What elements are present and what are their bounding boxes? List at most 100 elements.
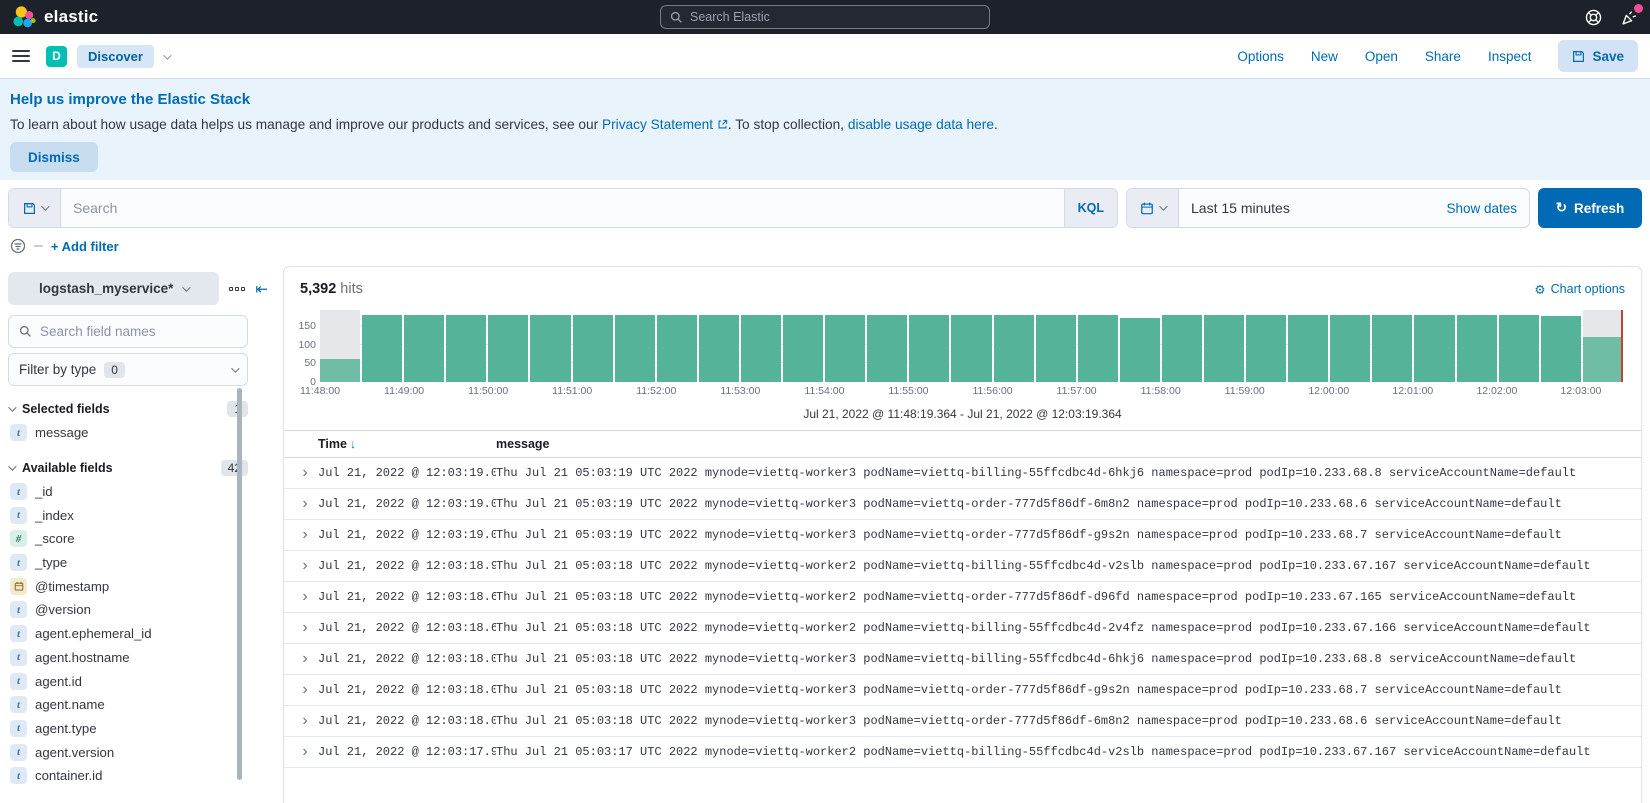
histogram-bar[interactable] <box>994 310 1034 382</box>
chart-options-button[interactable]: ⚙ Chart options <box>1534 282 1625 297</box>
global-search-input[interactable]: Search Elastic <box>660 5 990 29</box>
privacy-statement-link[interactable]: Privacy Statement <box>602 117 713 132</box>
histogram-bar[interactable] <box>362 310 402 382</box>
histogram-bar[interactable] <box>1246 310 1286 382</box>
histogram-bar[interactable] <box>1541 310 1581 382</box>
add-filter-link[interactable]: + Add filter <box>51 239 119 254</box>
time-range-value[interactable]: Last 15 minutes <box>1179 189 1434 227</box>
histogram-bar[interactable] <box>1414 310 1454 382</box>
table-row[interactable]: ›Jul 21, 2022 @ 12:03:18.039Thu Jul 21 0… <box>284 644 1641 675</box>
expand-row-icon[interactable]: › <box>292 712 318 730</box>
table-row[interactable]: ›Jul 21, 2022 @ 12:03:18.958Thu Jul 21 0… <box>284 551 1641 582</box>
expand-row-icon[interactable]: › <box>292 557 318 575</box>
histogram-bar[interactable] <box>783 310 823 382</box>
sidebar-scrollbar[interactable] <box>237 388 242 780</box>
histogram-bar[interactable] <box>615 310 655 382</box>
kql-button[interactable]: KQL <box>1064 189 1117 227</box>
sort-descending-icon[interactable]: ↓ <box>350 437 356 451</box>
elastic-logo[interactable]: elastic <box>12 5 98 30</box>
histogram-bar[interactable] <box>320 310 360 382</box>
field-item-agent.ephemeral_id[interactable]: tagent.ephemeral_id <box>8 622 248 646</box>
field-item-@version[interactable]: t@version <box>8 598 248 622</box>
available-fields-header[interactable]: Available fields 42 <box>8 460 248 476</box>
filter-icon[interactable] <box>10 238 26 254</box>
filter-by-type-select[interactable]: Filter by type 0 <box>8 353 248 386</box>
table-row[interactable]: ›Jul 21, 2022 @ 12:03:18.039Thu Jul 21 0… <box>284 706 1641 737</box>
expand-row-icon[interactable]: › <box>292 526 318 544</box>
expand-row-icon[interactable]: › <box>292 681 318 699</box>
histogram-bar[interactable] <box>657 310 697 382</box>
query-search-input[interactable]: Search <box>61 189 1064 227</box>
field-item-agent.name[interactable]: tagent.name <box>8 693 248 717</box>
field-item-_score[interactable]: #_score <box>8 527 248 551</box>
options-link[interactable]: Options <box>1237 49 1284 64</box>
histogram-bar[interactable] <box>1162 310 1202 382</box>
expand-row-icon[interactable]: › <box>292 588 318 606</box>
disable-usage-data-link[interactable]: disable usage data here <box>848 117 994 132</box>
histogram-bar[interactable] <box>825 310 865 382</box>
histogram-bar[interactable] <box>909 310 949 382</box>
histogram-bar[interactable] <box>699 310 739 382</box>
table-row[interactable]: ›Jul 21, 2022 @ 12:03:18.602Thu Jul 21 0… <box>284 582 1641 613</box>
expand-row-icon[interactable]: › <box>292 619 318 637</box>
menu-icon[interactable] <box>12 50 30 62</box>
histogram-bar[interactable] <box>1372 310 1412 382</box>
histogram-bar[interactable] <box>1499 310 1539 382</box>
inspect-link[interactable]: Inspect <box>1488 49 1532 64</box>
index-pattern-selector[interactable]: logstash_myservice* <box>8 272 219 305</box>
app-badge[interactable]: D <box>46 46 67 67</box>
histogram-bar[interactable] <box>1288 310 1328 382</box>
breadcrumb-discover[interactable]: Discover <box>77 45 154 68</box>
show-dates-link[interactable]: Show dates <box>1434 189 1529 227</box>
expand-row-icon[interactable]: › <box>292 495 318 513</box>
table-row[interactable]: ›Jul 21, 2022 @ 12:03:18.039Thu Jul 21 0… <box>284 675 1641 706</box>
message-column-header[interactable]: message <box>496 437 550 451</box>
table-row[interactable]: ›Jul 21, 2022 @ 12:03:19.041Thu Jul 21 0… <box>284 520 1641 551</box>
share-link[interactable]: Share <box>1425 49 1461 64</box>
table-row[interactable]: ›Jul 21, 2022 @ 12:03:17.957Thu Jul 21 0… <box>284 737 1641 768</box>
breadcrumb-chevron-icon[interactable] <box>163 47 169 65</box>
expand-row-icon[interactable]: › <box>292 464 318 482</box>
histogram-bar[interactable] <box>573 310 613 382</box>
histogram-bar[interactable] <box>1036 310 1076 382</box>
selected-fields-header[interactable]: Selected fields 1 <box>8 401 248 417</box>
newsfeed-icon[interactable] <box>1620 8 1638 26</box>
field-search-input[interactable]: Search field names <box>8 315 248 348</box>
histogram-bar[interactable] <box>867 310 907 382</box>
saved-query-menu-button[interactable] <box>9 189 61 227</box>
save-button[interactable]: Save <box>1558 40 1638 72</box>
histogram-bar[interactable] <box>530 310 570 382</box>
histogram-bar[interactable] <box>1120 310 1160 382</box>
field-item-agent.hostname[interactable]: tagent.hostname <box>8 646 248 670</box>
histogram-bar[interactable] <box>1204 310 1244 382</box>
collapse-sidebar-icon[interactable]: ⇤ <box>255 280 268 298</box>
field-item-_index[interactable]: t_index <box>8 503 248 527</box>
histogram-bar[interactable] <box>1330 310 1370 382</box>
table-row[interactable]: ›Jul 21, 2022 @ 12:03:18.601Thu Jul 21 0… <box>284 613 1641 644</box>
date-picker-button[interactable] <box>1127 189 1179 227</box>
index-options-icon[interactable] <box>229 287 245 291</box>
histogram-bar[interactable] <box>951 310 991 382</box>
field-item-container.id[interactable]: tcontainer.id <box>8 764 248 788</box>
new-link[interactable]: New <box>1311 49 1338 64</box>
field-item-agent.type[interactable]: tagent.type <box>8 717 248 741</box>
histogram-bar[interactable] <box>1583 310 1623 382</box>
histogram-bar[interactable] <box>404 310 444 382</box>
open-link[interactable]: Open <box>1365 49 1398 64</box>
dismiss-button[interactable]: Dismiss <box>10 142 98 172</box>
histogram-bar[interactable] <box>1078 310 1118 382</box>
field-item-agent.id[interactable]: tagent.id <box>8 669 248 693</box>
field-item-@timestamp[interactable]: @timestamp <box>8 574 248 598</box>
histogram-bar[interactable] <box>1457 310 1497 382</box>
help-icon[interactable] <box>1584 8 1602 26</box>
time-column-header[interactable]: Time <box>318 437 347 451</box>
refresh-button[interactable]: ↻ Refresh <box>1538 188 1642 228</box>
table-row[interactable]: ›Jul 21, 2022 @ 12:03:19.041Thu Jul 21 0… <box>284 458 1641 489</box>
expand-row-icon[interactable]: › <box>292 650 318 668</box>
histogram-bar[interactable] <box>488 310 528 382</box>
field-item-_id[interactable]: t_id <box>8 480 248 504</box>
field-item-agent.version[interactable]: tagent.version <box>8 740 248 764</box>
histogram-bar[interactable] <box>446 310 486 382</box>
table-row[interactable]: ›Jul 21, 2022 @ 12:03:19.041Thu Jul 21 0… <box>284 489 1641 520</box>
field-item-message[interactable]: tmessage <box>8 421 248 445</box>
